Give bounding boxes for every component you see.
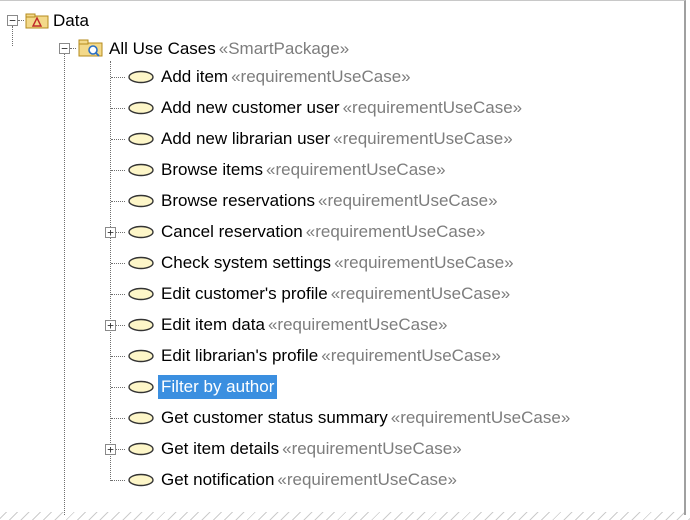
tree-node-use-case[interactable]: Edit customer's profile «requirementUseCa… <box>158 281 513 307</box>
use-case-stereotype: «requirementUseCase» <box>390 408 571 427</box>
use-case-label: Get notification «requirementUseCase» <box>158 468 460 492</box>
use-case-name: Add new customer user <box>161 98 340 117</box>
use-case-stereotype: «requirementUseCase» <box>266 160 446 179</box>
use-case-name: Edit customer's profile <box>161 284 328 303</box>
use-case-stereotype: «requirementUseCase» <box>342 98 523 117</box>
use-case-label: Edit customer's profile «requirementUseCa… <box>158 282 513 306</box>
use-case-icon <box>128 380 154 394</box>
use-case-label: Add new librarian user «requirementUseCas… <box>158 127 516 151</box>
use-case-label: Get customer status summary «requirementU… <box>158 406 573 430</box>
use-case-stereotype: «requirementUseCase» <box>334 253 514 272</box>
use-case-icon <box>128 318 154 332</box>
tree-node-use-case[interactable]: Edit librarian's profile «requirementUseC… <box>158 343 504 369</box>
use-case-label: Browse items «requirementUseCase» <box>158 158 449 182</box>
tree-node-use-case[interactable]: Edit item data «requirementUseCase» <box>158 312 451 338</box>
use-case-stereotype: «requirementUseCase» <box>330 284 511 303</box>
use-case-name: Edit librarian's profile <box>161 346 319 365</box>
use-case-label: Get item details «requirementUseCase» <box>158 437 465 461</box>
package-label: All Use Cases «SmartPackage» <box>109 39 350 58</box>
use-case-stereotype: «requirementUseCase» <box>282 439 462 458</box>
node-expander[interactable]: + <box>105 444 116 455</box>
root-label: Data <box>53 11 89 30</box>
use-case-name: Get customer status summary <box>161 408 388 427</box>
node-expander[interactable]: + <box>105 320 116 331</box>
package-icon <box>25 13 49 29</box>
use-case-label: Edit item data «requirementUseCase» <box>158 313 451 337</box>
tree-node-use-case[interactable]: Add item «requirementUseCase» <box>158 64 414 90</box>
tree-node-use-case[interactable]: Cancel reservation «requirementUseCase» <box>158 219 488 245</box>
use-case-stereotype: «requirementUseCase» <box>321 346 501 365</box>
use-case-label: Add new customer user «requirementUseCase… <box>158 96 525 120</box>
containment-tree[interactable]: − Data − All Use Cases «SmartPackage» Add… <box>0 0 686 515</box>
use-case-icon <box>128 442 154 456</box>
use-case-icon <box>128 194 154 208</box>
use-case-icon <box>128 287 154 301</box>
use-case-name: Add new librarian user <box>161 129 331 148</box>
use-case-icon <box>128 256 154 270</box>
use-case-icon <box>128 70 154 84</box>
use-case-name: Cancel reservation <box>161 222 303 241</box>
use-case-name: Check system settings <box>161 253 332 272</box>
bottom-edge <box>0 512 690 520</box>
tree-node-use-case[interactable]: Get item details «requirementUseCase» <box>158 436 465 462</box>
use-case-label: Add item «requirementUseCase» <box>158 65 414 89</box>
use-case-name: Get item details <box>161 439 280 458</box>
tree-node-use-case[interactable]: Get notification «requirementUseCase» <box>158 467 460 493</box>
use-case-stereotype: «requirementUseCase» <box>231 67 411 86</box>
tree-node-use-case[interactable]: Browse items «requirementUseCase» <box>158 157 449 183</box>
use-case-icon <box>128 163 154 177</box>
tree-node-use-case[interactable]: Add new customer user «requirementUseCase… <box>158 95 525 121</box>
node-expander[interactable]: + <box>105 227 116 238</box>
use-case-icon <box>128 225 154 239</box>
use-case-stereotype: «requirementUseCase» <box>305 222 486 241</box>
use-case-label: Edit librarian's profile «requirementUseC… <box>158 344 504 368</box>
use-case-name: Add item <box>161 67 229 86</box>
use-case-label: Check system settings «requirementUseCase… <box>158 251 517 275</box>
root-expander[interactable]: − <box>7 15 18 26</box>
tree-node-use-case[interactable]: Add new librarian user «requirementUseCas… <box>158 126 516 152</box>
use-case-label: Cancel reservation «requirementUseCase» <box>158 220 488 244</box>
use-case-icon <box>128 132 154 146</box>
tree-node-all-use-cases[interactable]: All Use Cases «SmartPackage» <box>106 36 352 62</box>
tree-node-root[interactable]: Data <box>50 8 92 34</box>
smart-package-icon <box>78 39 103 57</box>
package-stereotype: «SmartPackage» <box>218 39 350 58</box>
use-case-icon <box>128 473 154 487</box>
tree-node-use-case[interactable]: Browse reservations «requirementUseCase» <box>158 188 501 214</box>
use-case-icon <box>128 349 154 363</box>
use-case-stereotype: «requirementUseCase» <box>333 129 513 148</box>
use-case-name: Get notification <box>161 470 275 489</box>
use-case-name: Filter by author <box>161 377 275 396</box>
use-case-name: Browse items <box>161 160 264 179</box>
tree-node-use-case[interactable]: Check system settings «requirementUseCase… <box>158 250 517 276</box>
tree-node-use-case[interactable]: Filter by author <box>158 374 278 400</box>
use-case-icon <box>128 411 154 425</box>
use-case-stereotype: «requirementUseCase» <box>318 191 498 210</box>
use-case-label: Browse reservations «requirementUseCase» <box>158 189 501 213</box>
use-case-stereotype: «requirementUseCase» <box>277 470 457 489</box>
package-expander[interactable]: − <box>59 43 70 54</box>
use-case-name: Browse reservations <box>161 191 316 210</box>
use-case-icon <box>128 101 154 115</box>
use-case-stereotype: «requirementUseCase» <box>267 315 448 334</box>
tree-node-use-case[interactable]: Get customer status summary «requirementU… <box>158 405 573 431</box>
use-case-label: Filter by author <box>158 375 278 399</box>
use-case-name: Edit item data <box>161 315 265 334</box>
